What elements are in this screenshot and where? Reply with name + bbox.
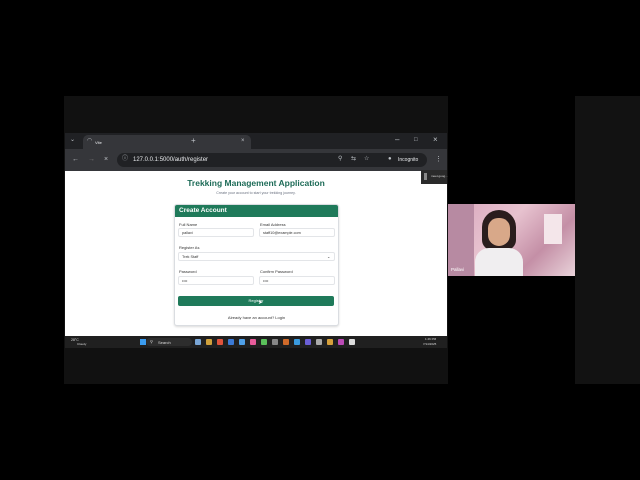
menu-icon[interactable]: ⋮ — [435, 156, 442, 163]
card-header: Create Account — [175, 205, 338, 217]
info-icon[interactable]: ⓘ — [122, 156, 128, 162]
app-icon[interactable] — [349, 339, 355, 345]
browser-tab[interactable]: ◠ Vite × — [83, 135, 251, 149]
password-value: •••• — [182, 279, 188, 283]
incognito-icon: ● — [388, 156, 392, 162]
maximize-icon[interactable]: □ — [414, 137, 418, 143]
translate-icon[interactable]: ⇆ — [351, 156, 356, 162]
bookmark-icon — [424, 173, 427, 180]
app-icon[interactable] — [250, 339, 256, 345]
taskview-icon[interactable] — [195, 339, 201, 345]
star-icon[interactable]: ☆ — [364, 156, 369, 162]
register-as-label: Register As — [179, 245, 200, 250]
full-name-value: pallavi — [182, 231, 193, 235]
confirm-password-value: •••• — [263, 279, 269, 283]
tab-bar: ⌄ ◠ Vite × + – □ × — [65, 133, 447, 149]
weather-desc: Cloudy — [77, 342, 87, 346]
select-chevron-icon: ⌄ — [327, 254, 331, 259]
loading-icon: ◠ — [87, 138, 93, 144]
password-label: Password — [179, 269, 197, 274]
app-icon[interactable] — [261, 339, 267, 345]
register-card: Create Account Full Name pallavi Email A… — [174, 204, 339, 326]
app-icon[interactable] — [316, 339, 322, 345]
search-icon: ⚲ — [150, 339, 153, 344]
email-label: Email Address — [260, 222, 286, 227]
app-icon[interactable] — [283, 339, 289, 345]
page-subtitle: Create your account to start your trekki… — [216, 191, 296, 195]
clock-date: 7/14/2025 — [423, 342, 437, 346]
search-label: Search — [158, 340, 171, 345]
chevron-down-icon[interactable]: ⌄ — [70, 137, 75, 143]
participant-name: Pallavi — [451, 267, 465, 272]
right-panel — [575, 96, 640, 384]
register-button-label: Register — [248, 298, 264, 303]
forward-icon[interactable]: → — [88, 156, 95, 163]
edge-icon[interactable] — [228, 339, 234, 345]
password-field[interactable]: •••• — [178, 276, 254, 285]
page-title: Trekking Management Application — [187, 178, 325, 188]
taskbar-search[interactable]: ⚲ Search — [146, 338, 192, 346]
background-wall — [448, 204, 474, 276]
plus-icon[interactable]: + — [191, 137, 196, 145]
app-icon[interactable] — [305, 339, 311, 345]
chrome-icon[interactable] — [217, 339, 223, 345]
close-icon[interactable]: × — [241, 138, 245, 144]
confirm-password-field[interactable]: •••• — [259, 276, 335, 285]
stop-icon[interactable]: × — [104, 156, 108, 163]
close-icon[interactable]: × — [433, 136, 438, 144]
email-field[interactable]: staff10@example.com — [259, 228, 335, 237]
full-name-label: Full Name — [179, 222, 198, 227]
vscode-icon[interactable] — [239, 339, 245, 345]
app-icon[interactable] — [327, 339, 333, 345]
cursor-icon: ➤ — [258, 300, 264, 306]
zoom-icon[interactable]: ⚲ — [338, 156, 342, 162]
app-icon[interactable] — [294, 339, 300, 345]
register-as-select[interactable]: Trek Staff ⌄ — [178, 252, 335, 261]
minimize-icon[interactable]: – — [395, 136, 399, 144]
register-button[interactable]: Register ➤ — [178, 296, 334, 306]
confirm-password-label: Confirm Password — [260, 269, 293, 274]
app-icon[interactable] — [272, 339, 278, 345]
full-name-field[interactable]: pallavi — [178, 228, 254, 237]
card-title: Create Account — [179, 207, 227, 214]
tab-title: Vite — [95, 140, 102, 145]
windows-taskbar: 28°C Cloudy ⚲ Search 1:46 PM 7/14/2025 — [65, 336, 447, 348]
file-explorer-icon[interactable] — [206, 339, 212, 345]
meet-side-tab[interactable]: meet.goog... — [421, 170, 448, 184]
clock-time: 1:46 PM — [425, 337, 437, 341]
face — [488, 218, 510, 246]
webcam-video: Pallavi — [448, 204, 575, 276]
page-viewport: Trekking Management Application Create y… — [65, 171, 447, 336]
video-conference-stage: ⌄ ◠ Vite × + – □ × ← → × ⓘ 127.0.0.1:500… — [0, 0, 640, 480]
shirt — [475, 248, 523, 276]
incognito-label: Incognito — [398, 157, 419, 163]
app-icon[interactable] — [338, 339, 344, 345]
email-value: staff10@example.com — [263, 231, 301, 235]
browser-window: ⌄ ◠ Vite × + – □ × ← → × ⓘ 127.0.0.1:500… — [65, 133, 448, 336]
side-tab-label: meet.goog... — [431, 174, 448, 178]
register-as-value: Trek Staff — [182, 255, 199, 259]
login-link[interactable]: Already have an account? Login — [175, 315, 338, 320]
incognito-badge[interactable]: ● Incognito — [383, 153, 427, 167]
url-text: 127.0.0.1:5000/auth/register — [133, 157, 209, 163]
back-icon[interactable]: ← — [72, 156, 79, 163]
address-bar[interactable]: ⓘ 127.0.0.1:5000/auth/register ⚲ ⇆ ☆ — [117, 153, 407, 167]
background-object — [544, 214, 562, 244]
